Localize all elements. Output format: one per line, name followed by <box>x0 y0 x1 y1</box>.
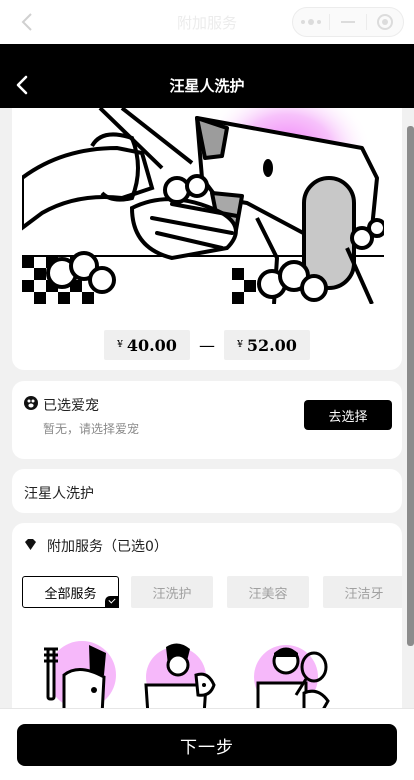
service-hero-card: ¥ 40.00 — ¥ 52.00 <box>12 108 402 370</box>
tab-label: 汪美容 <box>248 586 288 602</box>
scrollbar[interactable] <box>407 126 414 646</box>
service-name: 汪星人洗护 <box>24 486 94 502</box>
service-name-card: 汪星人洗护 <box>12 469 402 513</box>
tab-all-services[interactable]: 全部服务 <box>22 576 119 608</box>
grooming-mirror-illustration[interactable] <box>244 635 334 715</box>
tab-grooming[interactable]: 汪美容 <box>227 576 309 608</box>
more-icon[interactable] <box>293 8 329 36</box>
tab-label: 全部服务 <box>44 586 97 602</box>
selected-pet-card: 已选爱宠 暂无，请选择爱宠 去选择 <box>12 381 402 459</box>
bottom-action-bar: 下一步 <box>0 708 414 780</box>
check-icon <box>105 596 119 608</box>
selected-pet-hint: 暂无，请选择爱宠 <box>43 422 140 436</box>
price-max: ¥ 52.00 <box>224 330 310 360</box>
native-nav-bar: 附加服务 <box>0 0 414 44</box>
tab-label: 汪洁牙 <box>344 586 384 602</box>
close-target-icon[interactable] <box>367 8 403 36</box>
price-separator: — <box>199 335 215 355</box>
price-min-value: 40.00 <box>126 335 177 355</box>
choose-pet-button[interactable]: 去选择 <box>304 400 392 430</box>
price-max-value: 52.00 <box>246 335 297 355</box>
capsule-menu <box>292 7 404 37</box>
tab-wash-care[interactable]: 汪洗护 <box>131 576 213 608</box>
toothbrush-dog-illustration[interactable] <box>34 635 124 715</box>
diamond-icon <box>25 539 36 550</box>
dog-washing-illustration <box>22 108 384 304</box>
currency-symbol: ¥ <box>237 340 243 350</box>
page-title: 汪星人洗护 <box>169 77 245 95</box>
addon-title: 附加服务（已选0） <box>47 539 168 555</box>
addon-tabs: 全部服务 汪洗护 汪美容 汪洁牙 <box>22 576 402 608</box>
bath-boy-illustration[interactable] <box>136 635 226 715</box>
tab-teeth-cleaning[interactable]: 汪洁牙 <box>323 576 402 608</box>
currency-symbol: ¥ <box>117 340 123 350</box>
next-step-button[interactable]: 下一步 <box>17 724 397 766</box>
paw-icon <box>24 396 38 410</box>
tab-label: 汪洗护 <box>152 586 192 602</box>
minimize-icon[interactable] <box>330 8 366 36</box>
price-range: ¥ 40.00 — ¥ 52.00 <box>12 330 402 360</box>
price-min: ¥ 40.00 <box>104 330 190 360</box>
selected-pet-title: 已选爱宠 <box>43 398 99 414</box>
page-header: 汪星人洗护 <box>0 44 414 108</box>
